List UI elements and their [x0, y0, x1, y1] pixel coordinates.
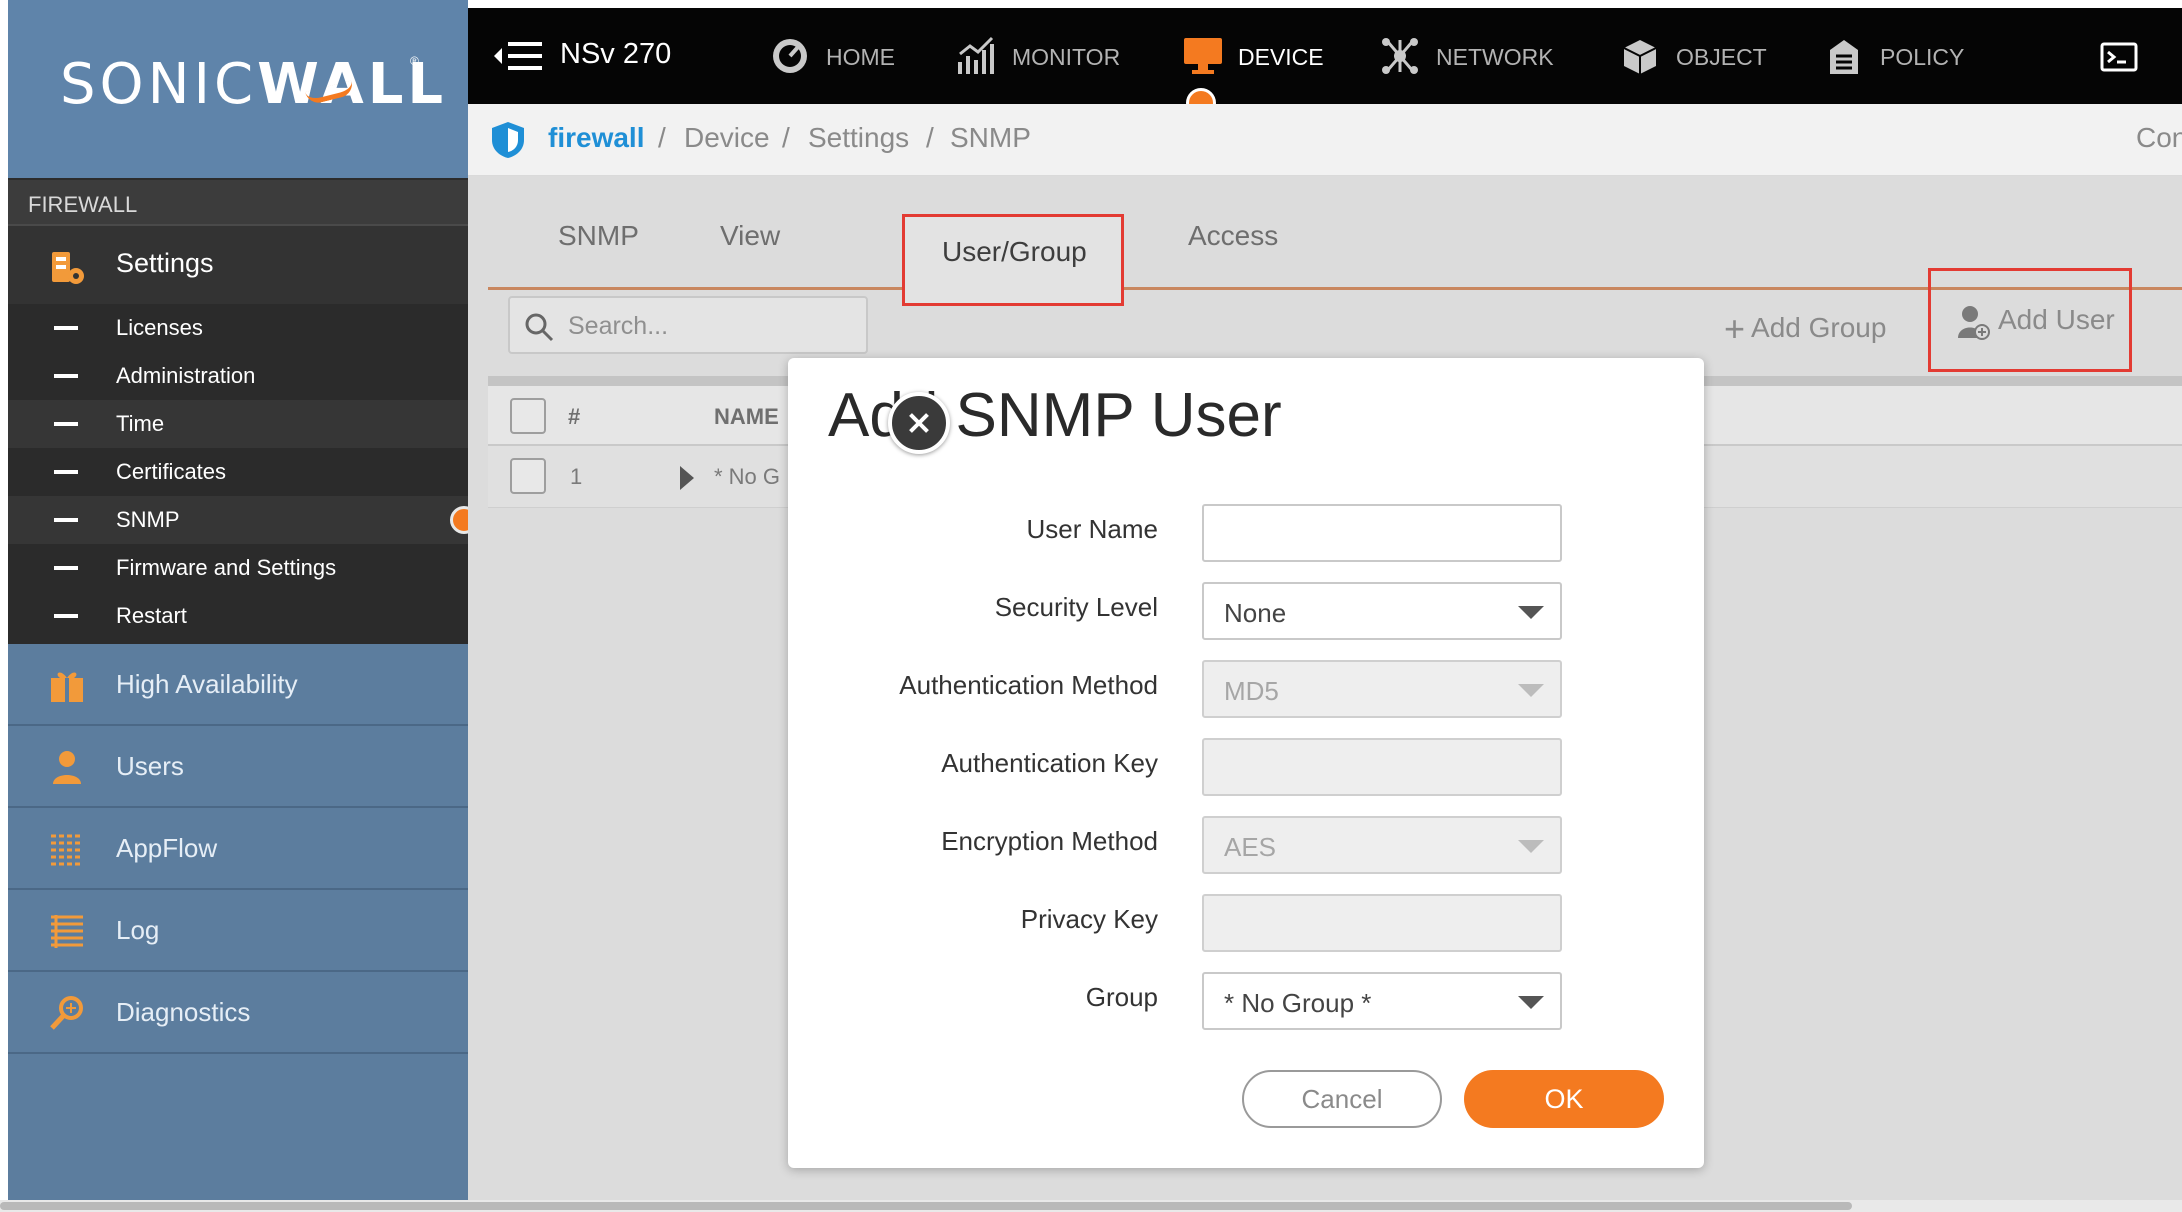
shield-icon	[490, 120, 526, 167]
breadcrumb-right-truncated[interactable]: Con	[2136, 122, 2182, 154]
tab-view[interactable]: View	[720, 220, 780, 252]
collapse-menu-icon[interactable]	[492, 40, 544, 77]
sidebar-item-diagnostics[interactable]: Diagnostics	[8, 972, 468, 1054]
select-all-checkbox[interactable]	[510, 398, 546, 434]
dash-icon	[54, 566, 78, 570]
device-name: NSv 270	[560, 38, 672, 70]
enc-method-label: Encryption Method	[941, 826, 1158, 856]
privacy-key-input[interactable]	[1202, 894, 1562, 952]
breadcrumb-separator: /	[926, 122, 934, 153]
console-icon[interactable]	[2100, 42, 2138, 77]
sidebar-item-log[interactable]: Log	[8, 890, 468, 972]
network-icon	[1380, 36, 1420, 82]
logo-registered-mark: ®	[410, 54, 419, 68]
row-name: * No G	[714, 464, 781, 489]
dash-icon	[54, 422, 78, 426]
column-name[interactable]: NAME	[714, 404, 779, 430]
cube-icon	[1620, 36, 1660, 82]
dash-icon	[54, 470, 78, 474]
security-level-label: Security Level	[994, 592, 1158, 622]
row-checkbox[interactable]	[510, 458, 546, 494]
plus-icon: +	[1724, 308, 1746, 349]
dash-icon	[54, 614, 78, 618]
monitor-icon	[1182, 36, 1224, 82]
search-placeholder: Search...	[568, 312, 669, 340]
sidebar-subitem-administration[interactable]: Administration	[8, 352, 468, 400]
sidebar-item-label: Settings	[116, 248, 214, 278]
gauge-icon	[770, 36, 810, 82]
settings-icon	[48, 248, 86, 291]
user-icon	[48, 748, 86, 791]
security-level-select[interactable]: None	[1202, 582, 1562, 640]
chevron-down-icon	[1518, 606, 1544, 619]
gift-icon	[48, 666, 86, 709]
tab-snmp[interactable]: SNMP	[558, 220, 639, 252]
sidebar-subitem-snmp[interactable]: SNMP	[8, 496, 468, 544]
dash-icon	[54, 374, 78, 378]
chevron-down-icon	[1518, 684, 1544, 697]
sidebar-item-settings[interactable]: Settings	[8, 226, 468, 304]
sidebar-item-appflow[interactable]: AppFlow	[8, 808, 468, 890]
expand-arrow-icon[interactable]	[680, 466, 694, 490]
breadcrumb-settings[interactable]: Settings	[808, 122, 909, 154]
tab-user-group[interactable]: User/Group	[942, 236, 1087, 268]
log-icon	[48, 912, 86, 955]
add-snmp-user-dialog: Add SNMP User User Name Security Level N…	[788, 358, 1704, 1168]
user-name-label: User Name	[1026, 514, 1158, 544]
horizontal-scrollbar[interactable]	[0, 1200, 2182, 1212]
sidebar-subitem-firmware[interactable]: Firmware and Settings	[8, 544, 468, 592]
settings-group: Settings Licenses Administration Time Ce…	[8, 226, 468, 644]
diagnostics-icon	[48, 994, 86, 1037]
sidebar-item-high-availability[interactable]: High Availability	[8, 644, 468, 726]
sidebar: SONICWALL ® FIREWALL Settings Licenses A…	[8, 0, 468, 1200]
logo-area: SONICWALL ®	[8, 0, 468, 178]
sonicwall-logo: SONICWALL	[60, 52, 448, 117]
top-navigation-bar: NSv 270 HOME MONITOR DEVICE NETWORK OBJE…	[468, 8, 2182, 104]
sidebar-subitem-licenses[interactable]: Licenses	[8, 304, 468, 352]
row-index: 1	[570, 464, 583, 489]
sidebar-subitem-time[interactable]: Time	[8, 400, 468, 448]
dash-icon	[54, 518, 78, 522]
enc-method-select[interactable]: AES	[1202, 816, 1562, 874]
search-icon	[524, 312, 554, 347]
user-name-input[interactable]	[1202, 504, 1562, 562]
breadcrumb-device[interactable]: Device	[684, 122, 770, 154]
scrollbar-thumb[interactable]	[0, 1202, 1852, 1210]
breadcrumb-separator: /	[658, 122, 666, 153]
group-select[interactable]: * No Group *	[1202, 972, 1562, 1030]
ok-button[interactable]: OK	[1464, 1070, 1664, 1128]
column-index: #	[568, 404, 581, 429]
search-input[interactable]: Search...	[508, 296, 868, 354]
auth-method-select[interactable]: MD5	[1202, 660, 1562, 718]
dash-icon	[54, 326, 78, 330]
sidebar-item-users[interactable]: Users	[8, 726, 468, 808]
breadcrumb-snmp: SNMP	[950, 122, 1031, 153]
group-label: Group	[1085, 982, 1158, 1012]
auth-method-label: Authentication Method	[899, 670, 1158, 700]
add-group-button[interactable]: + Add Group	[1724, 304, 1886, 349]
tab-access[interactable]: Access	[1188, 220, 1278, 252]
breadcrumb: firewall / Device / Settings / SNMP Con	[468, 104, 2182, 176]
auth-key-input[interactable]	[1202, 738, 1562, 796]
sidebar-subitem-certificates[interactable]: Certificates	[8, 448, 468, 496]
chevron-down-icon	[1518, 996, 1544, 1009]
close-dialog-button[interactable]	[888, 392, 950, 454]
cancel-button[interactable]: Cancel	[1242, 1070, 1442, 1128]
sidebar-subitem-restart[interactable]: Restart	[8, 592, 468, 640]
auth-key-label: Authentication Key	[941, 748, 1158, 778]
chart-icon	[956, 36, 996, 82]
add-user-icon	[1956, 304, 1990, 347]
policy-icon	[1824, 36, 1864, 82]
appflow-icon	[48, 830, 86, 873]
privacy-key-label: Privacy Key	[1020, 904, 1158, 934]
breadcrumb-firewall[interactable]: firewall	[548, 122, 644, 154]
sidebar-section-firewall: FIREWALL	[8, 178, 468, 226]
chevron-down-icon	[1518, 840, 1544, 853]
breadcrumb-separator: /	[782, 122, 790, 153]
